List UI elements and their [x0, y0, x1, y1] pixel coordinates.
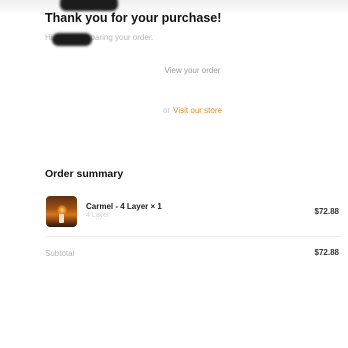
candle-product-image: [46, 196, 77, 227]
order-confirmation-page: Thank you for your purchase! Hi, we're P…: [0, 0, 348, 348]
subtotal-label: Subtotal: [45, 249, 75, 258]
confirmation-title: Thank you for your purchase!: [45, 11, 222, 25]
visit-store-link[interactable]: Visit our store: [173, 106, 222, 115]
store-link-row: or Visit our store: [0, 106, 348, 115]
redacted-name: [52, 33, 92, 46]
view-order-link[interactable]: View your order: [0, 66, 348, 75]
summary-divider: [45, 236, 340, 237]
order-summary-heading: Order summary: [45, 168, 124, 180]
redacted-block: [60, 0, 118, 11]
candle-body: [59, 214, 64, 223]
order-item-price: $72.88: [314, 207, 339, 216]
subtotal-value: $72.88: [314, 248, 339, 257]
order-item-name: Carmel - 4 Layer × 1: [86, 202, 162, 211]
or-separator: or: [163, 106, 171, 115]
order-item-variant: 4 Layer: [86, 212, 110, 219]
